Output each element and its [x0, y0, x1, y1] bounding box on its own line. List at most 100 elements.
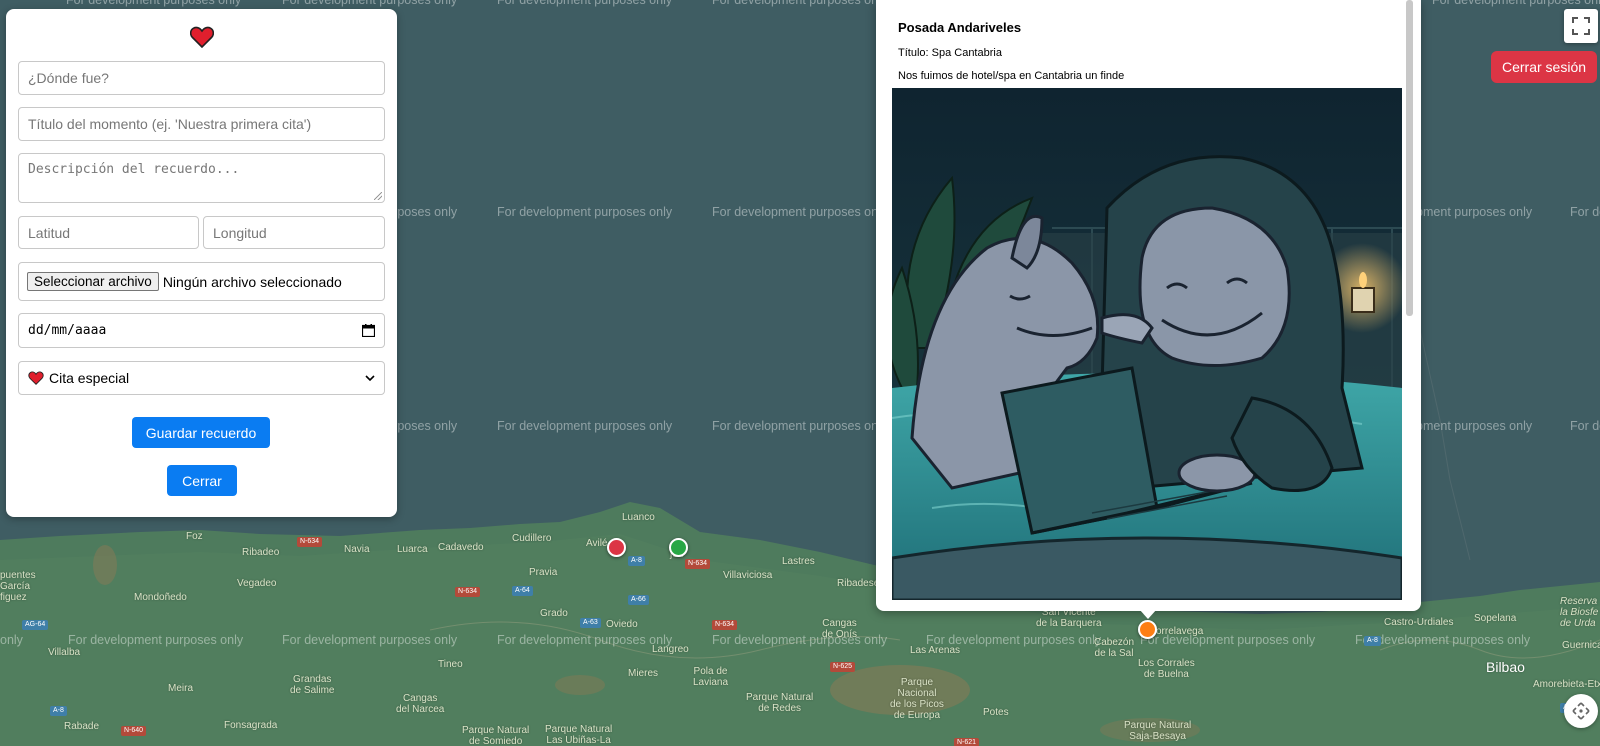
map-label: Luarca — [397, 544, 428, 555]
recenter-button[interactable] — [1564, 694, 1598, 728]
choose-file-button[interactable]: Seleccionar archivo — [27, 272, 159, 291]
road-shield: A-8 — [1364, 636, 1381, 646]
map-label: Bilbao — [1486, 659, 1525, 675]
place-input[interactable] — [18, 61, 385, 95]
map-label: Navia — [344, 544, 370, 555]
resize-grip-icon[interactable] — [374, 192, 382, 200]
map-label: Avilé — [586, 538, 608, 549]
date-input[interactable]: dd/mm/aaaa — [18, 313, 385, 348]
file-status-text: Ningún archivo seleccionado — [162, 273, 342, 290]
map-label: Cangas de Onís — [822, 618, 858, 640]
map-label: Grandas de Salime — [290, 674, 335, 696]
map-label: Mondoñedo — [134, 592, 187, 603]
road-shield: A-66 — [628, 595, 649, 605]
map-label: Cadavedo — [438, 542, 484, 553]
memory-photo — [892, 88, 1402, 600]
road-shield: A-8 — [50, 706, 67, 716]
map-label: Lastres — [782, 556, 815, 567]
popup-description: Nos fuimos de hotel/spa en Cantabria un … — [898, 70, 1125, 82]
map-watermark: For development purposes only — [1570, 419, 1600, 433]
title-input[interactable] — [18, 107, 385, 141]
road-shield: A-8 — [628, 556, 645, 566]
map-watermark: For development purposes only — [282, 0, 458, 7]
map-label: Las Arenas — [910, 645, 961, 656]
map-watermark: only — [0, 633, 23, 647]
move-icon — [1572, 702, 1590, 720]
map-label: Parque Natural de Redes — [746, 692, 814, 714]
memory-type-select[interactable]: Cita especial — [18, 361, 385, 395]
map-label: Luanco — [622, 512, 655, 523]
map-label: Vegadeo — [237, 578, 277, 589]
description-wrapper — [18, 153, 385, 203]
memory-pin-red[interactable] — [607, 538, 626, 557]
map-label: Cudillero — [512, 533, 552, 544]
map-label: Parque Natural Las Ubiñas-La — [545, 724, 613, 746]
heart-icon — [28, 371, 44, 385]
memory-pin-orange[interactable] — [1138, 620, 1157, 639]
map-label: Meira — [168, 683, 194, 694]
popup-subtitle: Título: Spa Cantabria — [898, 47, 1002, 59]
map-label: Cabezón de la Sal — [1094, 637, 1135, 659]
road-shield: N-634 — [455, 587, 481, 597]
map-label: Pravia — [529, 567, 558, 578]
memory-form-panel: Seleccionar archivo Ningún archivo selec… — [6, 9, 397, 517]
calendar-icon[interactable] — [362, 324, 375, 337]
map-label: Potes — [983, 707, 1009, 718]
logout-button[interactable]: Cerrar sesión — [1491, 51, 1597, 83]
road-shield: N-640 — [121, 726, 147, 736]
photo-file-input[interactable]: Seleccionar archivo Ningún archivo selec… — [18, 262, 385, 301]
map-label: Los Corrales de Buelna — [1138, 658, 1195, 680]
road-shield: N-634 — [297, 537, 323, 547]
map-label: Tineo — [438, 659, 463, 670]
map-watermark: For development purposes only — [1570, 205, 1600, 219]
longitude-input[interactable] — [203, 216, 385, 249]
map-watermark: For development purposes only — [497, 419, 673, 433]
popup-title: Posada Andariveles — [898, 20, 1022, 35]
heart-icon — [190, 26, 214, 48]
select-value: Cita especial — [28, 370, 129, 386]
road-shield: A-64 — [512, 586, 533, 596]
save-memory-button[interactable]: Guardar recuerdo — [132, 417, 270, 448]
map-label: Guernica y — [1562, 640, 1600, 651]
road-shield: AG-64 — [22, 620, 49, 630]
road-shield: A-63 — [580, 618, 601, 628]
map-watermark: For development purposes only — [1355, 633, 1531, 647]
popup-scrollbar[interactable] — [1406, 0, 1413, 316]
fullscreen-button[interactable] — [1564, 9, 1598, 43]
description-textarea[interactable] — [19, 154, 384, 202]
close-form-button[interactable]: Cerrar — [167, 465, 237, 496]
popup-pointer — [1139, 609, 1157, 619]
memory-info-popup: Posada Andariveles Título: Spa Cantabria… — [876, 0, 1421, 611]
map-label: Sopelana — [1474, 613, 1517, 624]
map-label: Reserva la Biosfe de Urda — [1560, 596, 1599, 629]
date-placeholder: dd/mm/aaaa — [28, 323, 107, 338]
latitude-input[interactable] — [18, 216, 199, 249]
road-shield: N-621 — [954, 738, 980, 746]
map-label: Villalba — [48, 647, 81, 658]
map-watermark: For development purposes only — [712, 633, 888, 647]
map-label: Villaviciosa — [723, 570, 773, 581]
road-shield: N-634 — [712, 620, 738, 630]
map-watermark: For development purposes only — [1432, 0, 1600, 7]
map-label: Ribadeo — [242, 547, 280, 558]
map-label: Cangas del Narcea — [396, 693, 445, 715]
map-label: Parque Natural Saja-Besaya — [1124, 720, 1192, 742]
map-label: Grado — [540, 608, 568, 619]
map-label: Parque Nacional de los Picos de Europa — [890, 677, 944, 721]
map-label: Foz — [186, 531, 203, 542]
map-watermark: For development purposes only — [497, 205, 673, 219]
map-watermark: For development purposes only — [497, 0, 673, 7]
select-value-label: Cita especial — [49, 370, 130, 386]
map-label: Pola de Laviana — [693, 666, 729, 688]
map-label: Mieres — [628, 668, 659, 679]
road-shield: N-625 — [830, 662, 856, 672]
map-watermark: For development purposes only — [66, 0, 242, 7]
map-label: Parque Natural de Somiedo — [462, 725, 530, 746]
map-label: puentes García figuez — [0, 570, 36, 603]
map-label: Fonsagrada — [224, 720, 278, 731]
chevron-down-icon — [365, 375, 375, 382]
map-label: Oviedo — [606, 619, 638, 630]
map-label: Langreo — [652, 644, 689, 655]
memory-pin-green[interactable] — [669, 538, 688, 557]
map-watermark: For development purposes only — [712, 205, 888, 219]
